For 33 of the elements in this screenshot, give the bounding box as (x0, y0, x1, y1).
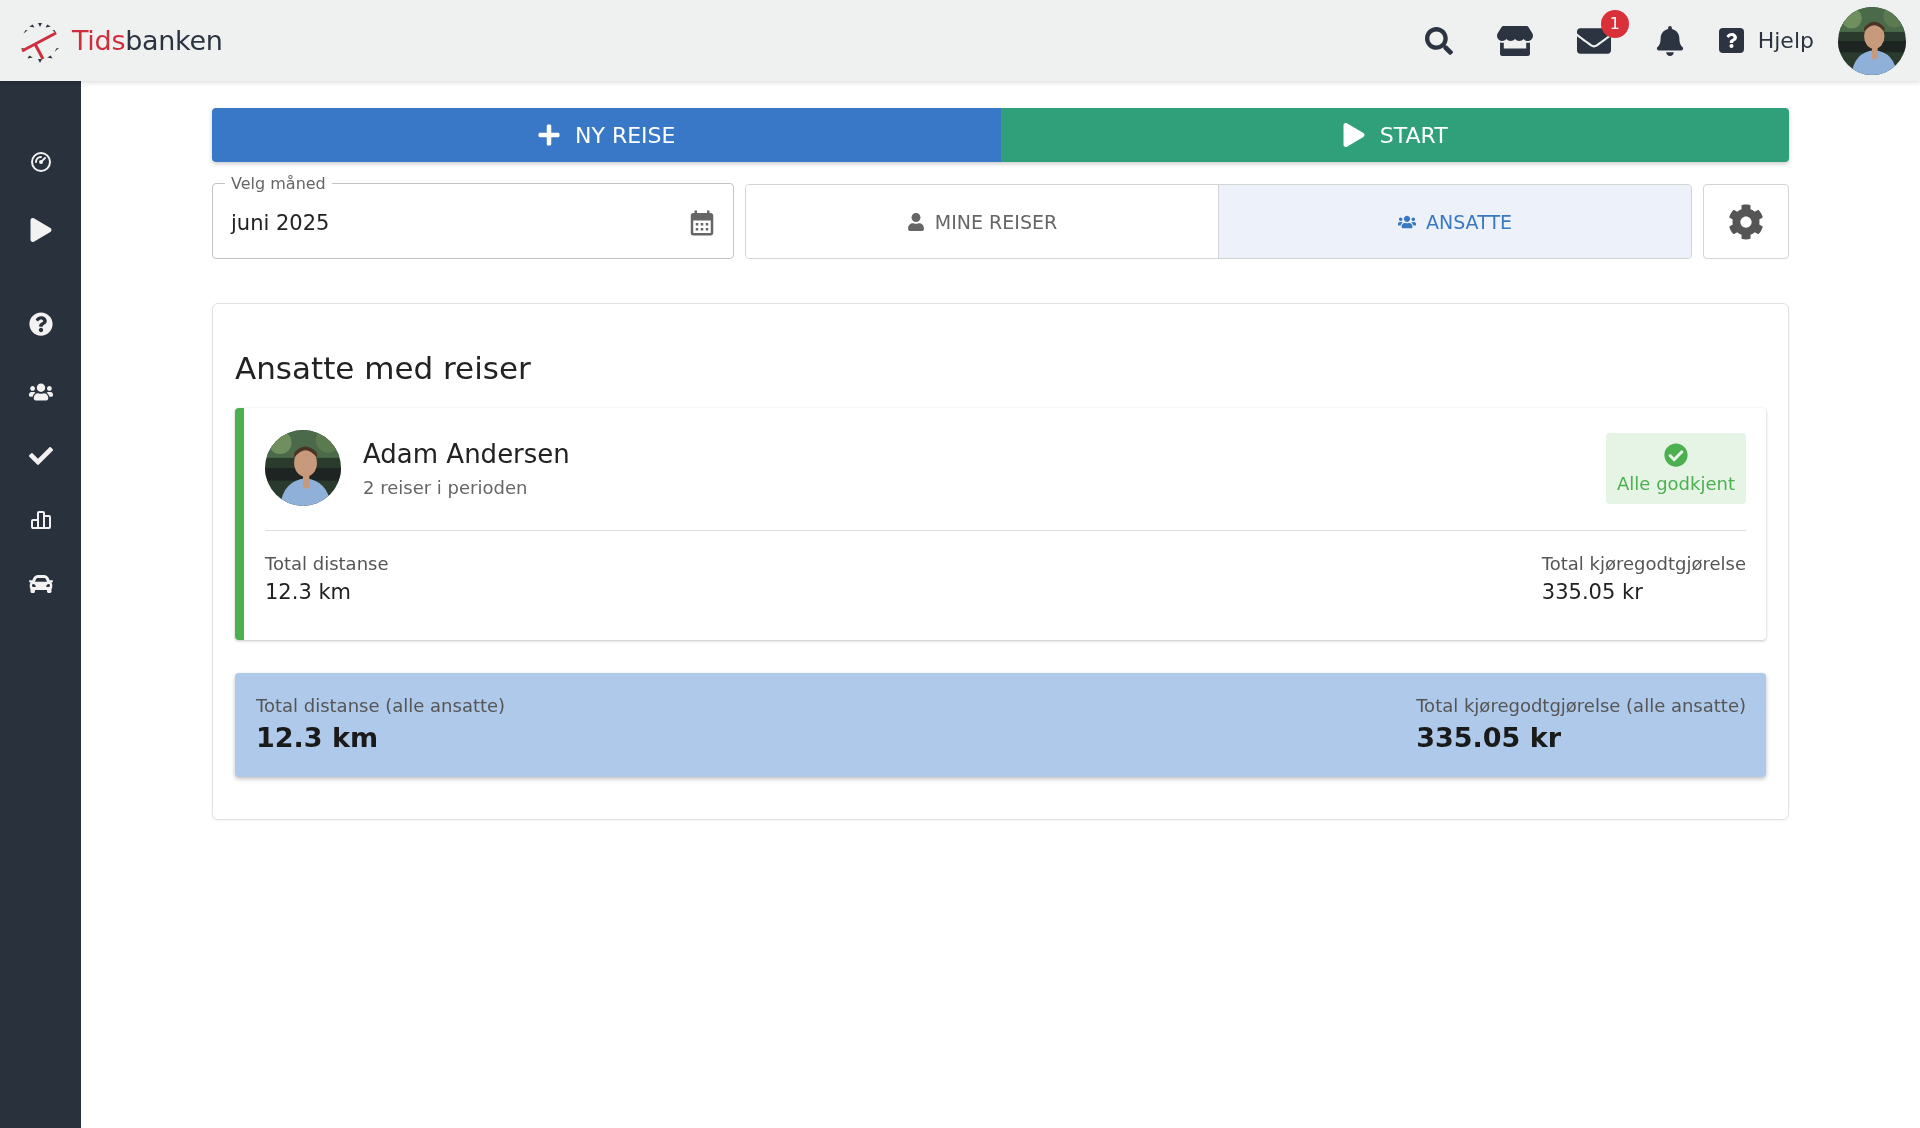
stat-label: Total kjøregodtgjørelse (1541, 553, 1746, 574)
checkmark-icon[interactable] (28, 444, 53, 468)
total-label: Total kjøregodtgjørelse (alle ansatte) (1416, 695, 1746, 716)
stat-value: 12.3 km (265, 580, 352, 604)
approval-status: Alle godkjent (1606, 432, 1746, 504)
help-icon (1718, 28, 1744, 53)
person-icon (906, 212, 925, 231)
plus-icon (537, 123, 562, 147)
notification-badge: 1 (1600, 9, 1629, 38)
new-trip-button[interactable]: NY REISE (212, 108, 1001, 162)
play-icon (1341, 123, 1366, 147)
play-icon[interactable] (28, 218, 53, 242)
settings-button[interactable] (1703, 184, 1789, 259)
employee-name: Adam Andersen (363, 438, 571, 469)
help-icon[interactable] (28, 312, 53, 336)
search-icon[interactable] (1424, 26, 1453, 55)
month-field[interactable]: Velg måned juni 2025 (212, 174, 734, 259)
gauge-icon[interactable] (28, 150, 53, 174)
view-tab[interactable]: ANSATTE (1218, 185, 1691, 258)
panel-title: Ansatte med reiser (235, 350, 532, 386)
bar-chart-icon[interactable] (28, 508, 53, 532)
gear-icon (1728, 203, 1764, 240)
help-link[interactable]: Hjelp (1718, 28, 1814, 53)
total-value: 335.05 kr (1416, 722, 1562, 753)
logo-wordmark: Tidsbanken (72, 25, 223, 56)
stat-value: 335.05 kr (1541, 580, 1643, 604)
trip-count: 2 reiser i perioden (363, 476, 529, 498)
bell-icon[interactable] (1654, 25, 1685, 56)
start-button[interactable]: START (1000, 108, 1789, 162)
total-label: Total distanse (alle ansatte) (256, 695, 506, 716)
total-value: 12.3 km (256, 722, 379, 753)
car-icon[interactable] (28, 572, 53, 596)
stat-label: Total distanse (265, 553, 389, 574)
